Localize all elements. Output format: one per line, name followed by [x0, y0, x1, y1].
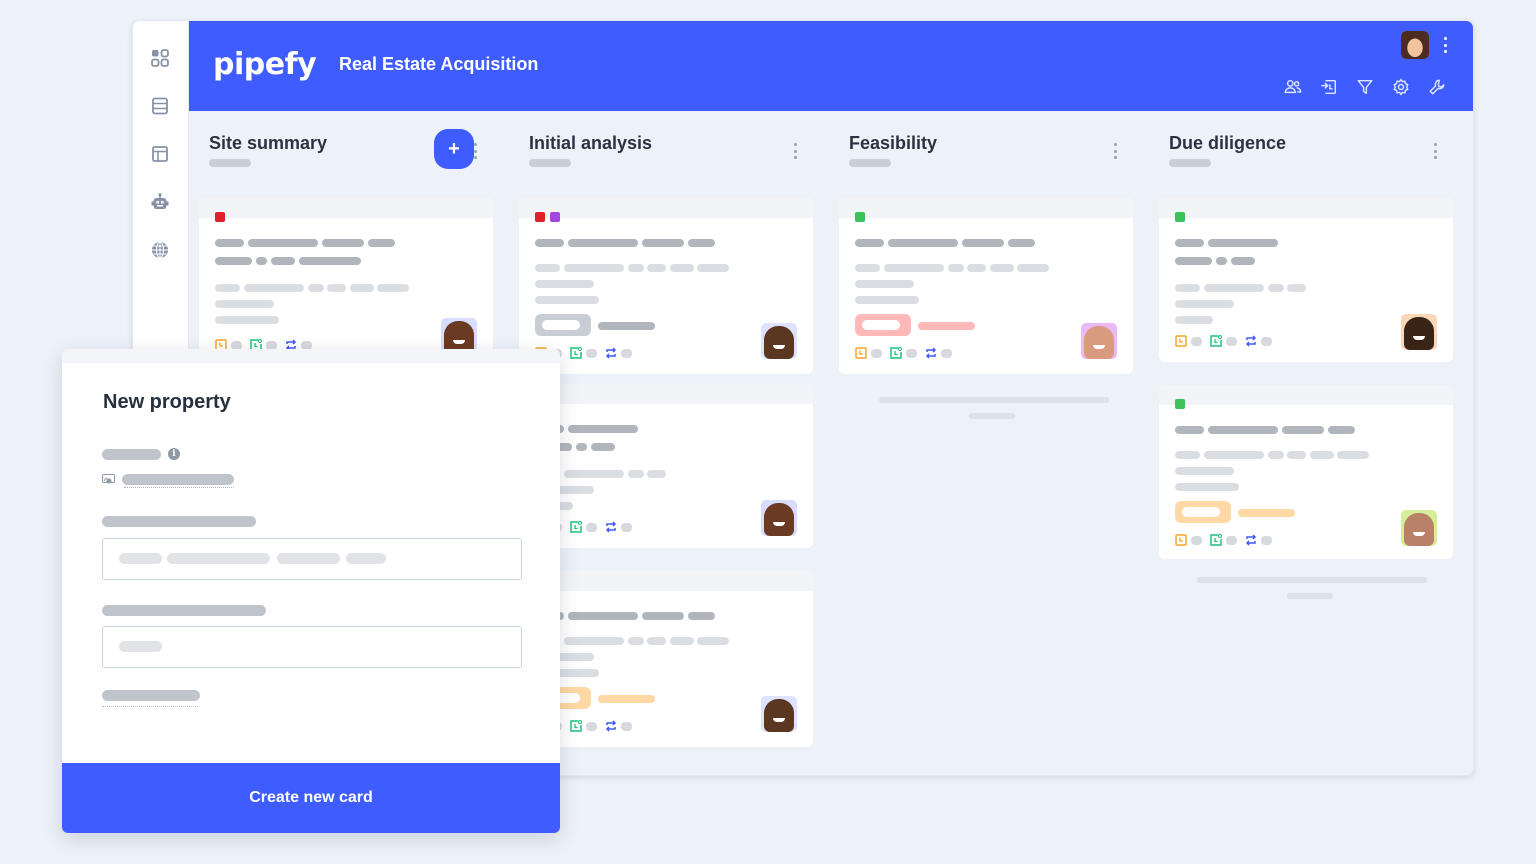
label-green [1175, 399, 1185, 409]
field-link[interactable] [102, 690, 200, 701]
card-labels [535, 212, 560, 222]
assignee-avatar [1401, 314, 1437, 350]
recurring-icon [605, 720, 617, 732]
card-labels [1175, 212, 1185, 222]
late-card-icon [570, 347, 582, 359]
members-icon[interactable] [1283, 77, 1303, 97]
card[interactable] [1159, 198, 1453, 362]
phase-menu-icon[interactable] [1113, 143, 1117, 159]
globe-icon[interactable] [149, 239, 171, 261]
image-attachment-icon [102, 474, 115, 484]
phase-menu-icon[interactable] [793, 143, 797, 159]
field-chip [855, 314, 911, 336]
placeholder-line [969, 413, 1015, 419]
recurring-icon [925, 347, 937, 359]
card-labels [855, 212, 865, 222]
phase-card-count [849, 159, 891, 167]
due-date-icon [1175, 335, 1187, 347]
assignee-avatar [1081, 323, 1117, 359]
modal-title: New property [103, 391, 231, 413]
label-green [1175, 212, 1185, 222]
phase-title: Due diligence [1169, 133, 1287, 153]
phase-menu-icon[interactable] [473, 143, 477, 159]
field-label [102, 516, 256, 527]
recurring-icon [1245, 335, 1257, 347]
phase-due-diligence: Due diligence [1149, 111, 1453, 775]
due-date-icon [855, 347, 867, 359]
assignee-avatar [761, 696, 797, 732]
placeholder-line [1197, 577, 1427, 583]
phase-menu-icon[interactable] [1433, 143, 1437, 159]
pipefy-logo[interactable]: pipefy [213, 47, 317, 82]
card[interactable] [519, 198, 813, 374]
phase-title: Feasibility [849, 133, 938, 153]
user-avatar[interactable] [1401, 31, 1429, 59]
card[interactable] [199, 198, 493, 368]
database-icon[interactable] [149, 95, 171, 117]
robot-automation-icon[interactable] [149, 191, 171, 213]
recurring-icon [1245, 534, 1257, 546]
card-meta [855, 347, 960, 359]
apps-grid-icon[interactable] [149, 47, 171, 69]
field-value-link[interactable] [122, 474, 234, 485]
late-card-icon [1210, 335, 1222, 347]
placeholder-line [1287, 593, 1333, 599]
field-chip [535, 314, 591, 336]
assignee-avatar [761, 500, 797, 536]
text-input[interactable] [102, 538, 522, 580]
import-icon[interactable] [1319, 77, 1339, 97]
phase-feasibility: Feasibility [829, 111, 1133, 775]
recurring-icon [605, 347, 617, 359]
header-toolbar [1283, 77, 1447, 97]
field-label [102, 449, 161, 460]
card-meta [1175, 335, 1280, 347]
due-date-icon [1175, 534, 1187, 546]
phase-card-count [1169, 159, 1211, 167]
label-green [855, 212, 865, 222]
field-chip [1175, 501, 1231, 523]
label-purple [550, 212, 560, 222]
info-icon[interactable]: i [168, 448, 180, 460]
field-label [102, 605, 266, 616]
phase-card-count [529, 159, 571, 167]
assignee-avatar [1401, 510, 1437, 546]
layout-panel-icon[interactable] [149, 143, 171, 165]
wrench-icon[interactable] [1427, 77, 1447, 97]
phase-card-count [209, 159, 251, 167]
phase-title: Site summary [209, 133, 328, 153]
settings-icon[interactable] [1391, 77, 1411, 97]
create-new-card-button[interactable]: Create new card [62, 763, 560, 833]
card[interactable] [839, 198, 1133, 374]
recurring-icon [605, 521, 617, 533]
card-labels [215, 212, 225, 222]
card[interactable] [519, 571, 813, 747]
card[interactable] [1159, 385, 1453, 559]
label-red [215, 212, 225, 222]
new-card-modal: New property i Create new card [62, 349, 560, 833]
late-card-icon [570, 720, 582, 732]
filter-icon[interactable] [1355, 77, 1375, 97]
pipe-header: pipefy Real Estate Acquisition [189, 21, 1473, 111]
late-card-icon [570, 521, 582, 533]
add-card-button[interactable]: + [434, 129, 474, 169]
text-input[interactable] [102, 626, 522, 668]
card-labels [1175, 399, 1185, 409]
pipe-title: Real Estate Acquisition [339, 54, 539, 74]
placeholder-line [879, 397, 1109, 403]
phase-title: Initial analysis [529, 133, 653, 153]
late-card-icon [1210, 534, 1222, 546]
assignee-avatar [761, 323, 797, 359]
label-red [535, 212, 545, 222]
more-options-icon[interactable] [1443, 37, 1447, 53]
late-card-icon [890, 347, 902, 359]
card-meta [1175, 534, 1280, 546]
card[interactable] [519, 384, 813, 548]
